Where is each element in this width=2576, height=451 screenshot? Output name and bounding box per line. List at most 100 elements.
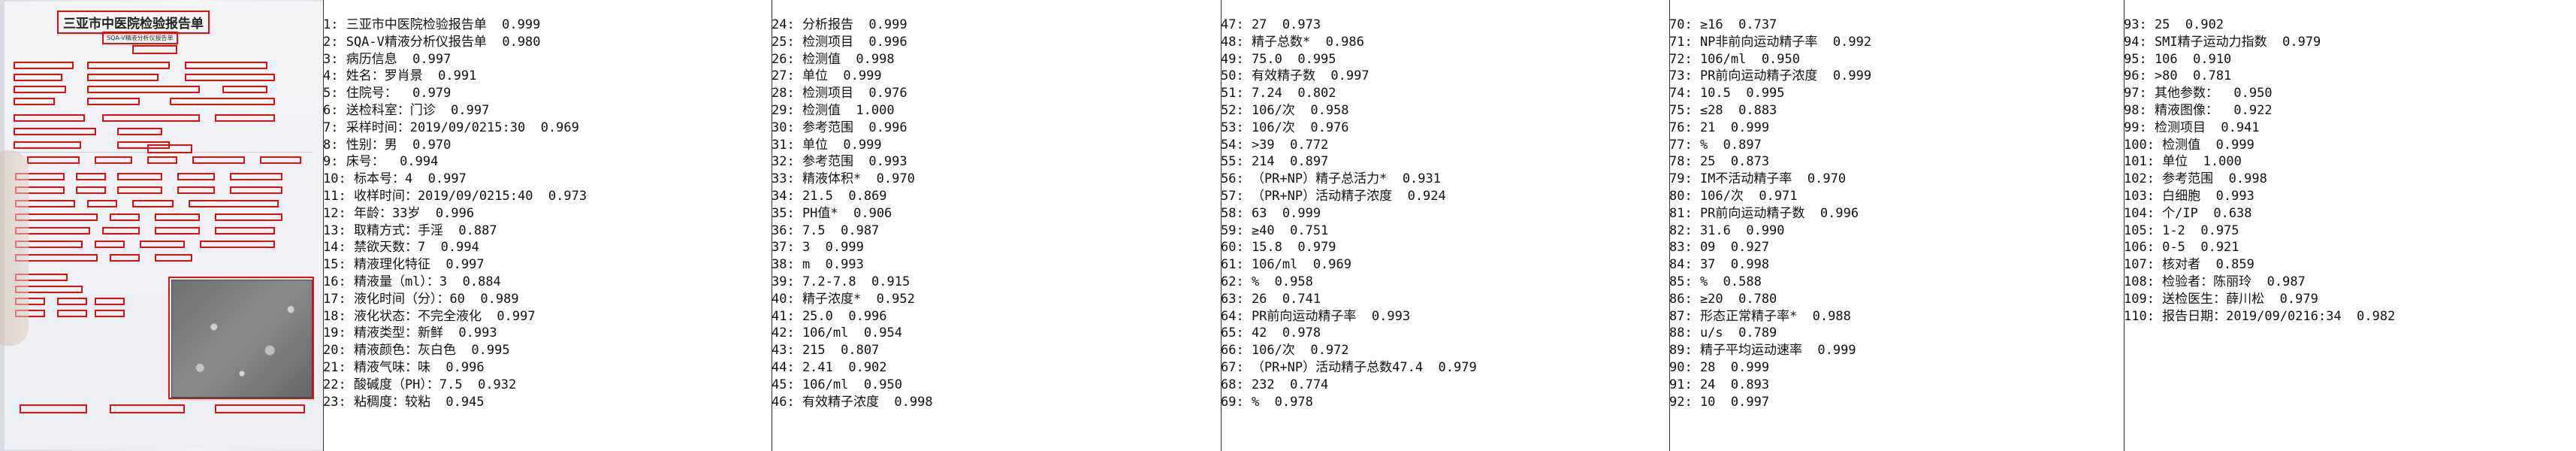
detection-box xyxy=(110,404,185,413)
ocr-line: 78: 25 0.873 xyxy=(1669,154,1770,170)
ocr-line: 65: 42 0.978 xyxy=(1221,325,1321,341)
report-subtitle: SQA-V精液分析仪报告单 xyxy=(102,32,178,44)
ocr-line: 85: % 0.588 xyxy=(1669,274,1762,289)
detection-box xyxy=(95,156,132,164)
detection-box xyxy=(14,114,85,122)
ocr-line: 76: 21 0.999 xyxy=(1669,120,1770,135)
ocr-line: 92: 10 0.997 xyxy=(1669,394,1770,410)
ocr-line: 18: 液化状态：不完全液化 0.997 xyxy=(323,308,536,324)
ocr-line: 34: 21.5 0.869 xyxy=(772,188,887,204)
ocr-line: 56: （PR+NP）精子总活力* 0.931 xyxy=(1221,171,1441,187)
detection-box xyxy=(177,186,215,194)
ocr-line: 64: PR前向运动精子率 0.993 xyxy=(1221,308,1411,324)
report-photo: 三亚市中医院检验报告单 SQA-V精液分析仪报告单 xyxy=(0,0,323,451)
ocr-line: 77: % 0.897 xyxy=(1669,137,1762,153)
detection-box xyxy=(117,173,162,180)
detection-box xyxy=(87,62,170,69)
ocr-line: 82: 31.6 0.990 xyxy=(1669,222,1785,238)
ocr-line: 31: 单位 0.999 xyxy=(772,137,882,153)
detection-box xyxy=(200,241,275,248)
detection-box xyxy=(76,173,106,180)
detection-box xyxy=(192,156,245,164)
ocr-line: 19: 精液类型：新鲜 0.993 xyxy=(323,325,497,341)
ocr-line: 22: 酸碱度（PH）：7.5 0.932 xyxy=(323,377,517,392)
ocr-line: 94: SMI精子运动力指数 0.979 xyxy=(2124,34,2321,50)
ocr-column-1: 1: 三亚市中医院检验报告单 0.999 2: SQA-V精液分析仪报告单 0.9… xyxy=(323,17,766,451)
report-title: 三亚市中医院检验报告单 xyxy=(57,11,210,34)
ocr-line: 89: 精子平均运动速率 0.999 xyxy=(1669,343,1856,359)
detection-box xyxy=(177,173,215,180)
detection-box xyxy=(95,298,125,305)
detection-box xyxy=(57,298,87,305)
ocr-line: 27: 单位 0.999 xyxy=(772,68,882,84)
ocr-line: 96: >80 0.781 xyxy=(2124,68,2232,84)
ocr-line: 52: 106/次 0.958 xyxy=(1221,102,1349,118)
ocr-line: 11: 收样时间：2019/09/0215:40 0.973 xyxy=(323,188,587,204)
ocr-line: 74: 10.5 0.995 xyxy=(1669,86,1785,101)
ocr-line: 12: 年龄：33岁 0.996 xyxy=(323,205,475,221)
ocr-line: 14: 禁欲天数：7 0.994 xyxy=(323,240,479,256)
ocr-line: 44: 2.41 0.902 xyxy=(772,359,887,375)
detection-box xyxy=(14,62,74,69)
ocr-line: 84: 37 0.998 xyxy=(1669,257,1770,273)
ocr-line: 57: （PR+NP）活动精子浓度 0.924 xyxy=(1221,188,1446,204)
ocr-line: 35: PH值* 0.906 xyxy=(772,205,892,221)
detection-box xyxy=(132,45,177,54)
ocr-line: 41: 25.0 0.996 xyxy=(772,308,887,324)
ocr-line: 70: ≥16 0.737 xyxy=(1669,17,1777,32)
ocr-line: 59: ≥40 0.751 xyxy=(1221,222,1329,238)
ocr-line: 45: 106/ml 0.950 xyxy=(772,377,902,392)
detection-box xyxy=(222,86,267,93)
detection-box xyxy=(117,128,162,135)
ocr-line: 21: 精液气味：味 0.996 xyxy=(323,359,485,375)
detection-box xyxy=(110,254,140,262)
ocr-line: 93: 25 0.902 xyxy=(2124,17,2224,32)
ocr-line: 51: 7.24 0.802 xyxy=(1221,86,1336,101)
detection-box xyxy=(14,141,81,149)
ocr-line: 33: 精液体积* 0.970 xyxy=(772,171,915,187)
ocr-line: 105: 1-2 0.975 xyxy=(2124,222,2239,238)
detection-box xyxy=(230,173,282,180)
detection-box xyxy=(189,200,279,207)
detection-box xyxy=(110,213,140,221)
detection-box xyxy=(155,227,200,235)
ocr-line: 53: 106/次 0.976 xyxy=(1221,120,1349,135)
ocr-line: 67: （PR+NP）活动精子总数47.4 0.979 xyxy=(1221,359,1477,375)
ocr-line: 90: 28 0.999 xyxy=(1669,359,1770,375)
ocr-line: 81: PR前向运动精子数 0.996 xyxy=(1669,205,1859,221)
detection-box xyxy=(87,86,200,93)
detection-box xyxy=(170,98,275,105)
ocr-line: 107: 核对者 0.859 xyxy=(2124,257,2254,273)
ocr-line: 8: 性别：男 0.970 xyxy=(323,137,451,153)
detection-box xyxy=(87,98,140,105)
detection-box xyxy=(155,254,192,262)
ocr-line: 54: >39 0.772 xyxy=(1221,137,1329,153)
detection-box xyxy=(57,310,87,317)
detection-box xyxy=(215,404,305,413)
ocr-line: 36: 7.5 0.987 xyxy=(772,222,880,238)
ocr-column-4: 70: ≥16 0.737 71: NP非前向运动精子率 0.992 72: 106… xyxy=(1669,17,2112,451)
ocr-line: 101: 单位 1.000 xyxy=(2124,154,2242,170)
ocr-line: 104: 个/IP 0.638 xyxy=(2124,205,2252,221)
detection-box xyxy=(185,62,267,69)
detection-box xyxy=(27,156,80,164)
ocr-line: 58: 63 0.999 xyxy=(1221,205,1321,221)
ocr-line: 13: 取精方式：手淫 0.887 xyxy=(323,222,497,238)
ocr-line: 60: 15.8 0.979 xyxy=(1221,240,1336,256)
ocr-line: 63: 26 0.741 xyxy=(1221,291,1321,307)
ocr-line: 48: 精子总数* 0.986 xyxy=(1221,34,1364,50)
ocr-line: 9: 床号： 0.994 xyxy=(323,154,439,170)
ocr-line: 42: 106/ml 0.954 xyxy=(772,325,902,341)
ocr-line: 55: 214 0.897 xyxy=(1221,154,1329,170)
ocr-line: 83: 09 0.927 xyxy=(1669,240,1770,256)
ocr-line: 99: 检测项目 0.941 xyxy=(2124,120,2260,135)
detection-box xyxy=(168,277,314,399)
ocr-line: 109: 送检医生：薛川松 0.979 xyxy=(2124,291,2318,307)
detection-box xyxy=(87,200,117,207)
ocr-line: 1: 三亚市中医院检验报告单 0.999 xyxy=(323,17,541,32)
ocr-line: 79: IM不活动精子率 0.970 xyxy=(1669,171,1847,187)
detection-box xyxy=(185,74,275,81)
ocr-line: 16: 精液量（ml）：3 0.884 xyxy=(323,274,501,289)
ocr-line: 24: 分析报告 0.999 xyxy=(772,17,907,32)
ocr-line: 100: 检测值 0.999 xyxy=(2124,137,2254,153)
